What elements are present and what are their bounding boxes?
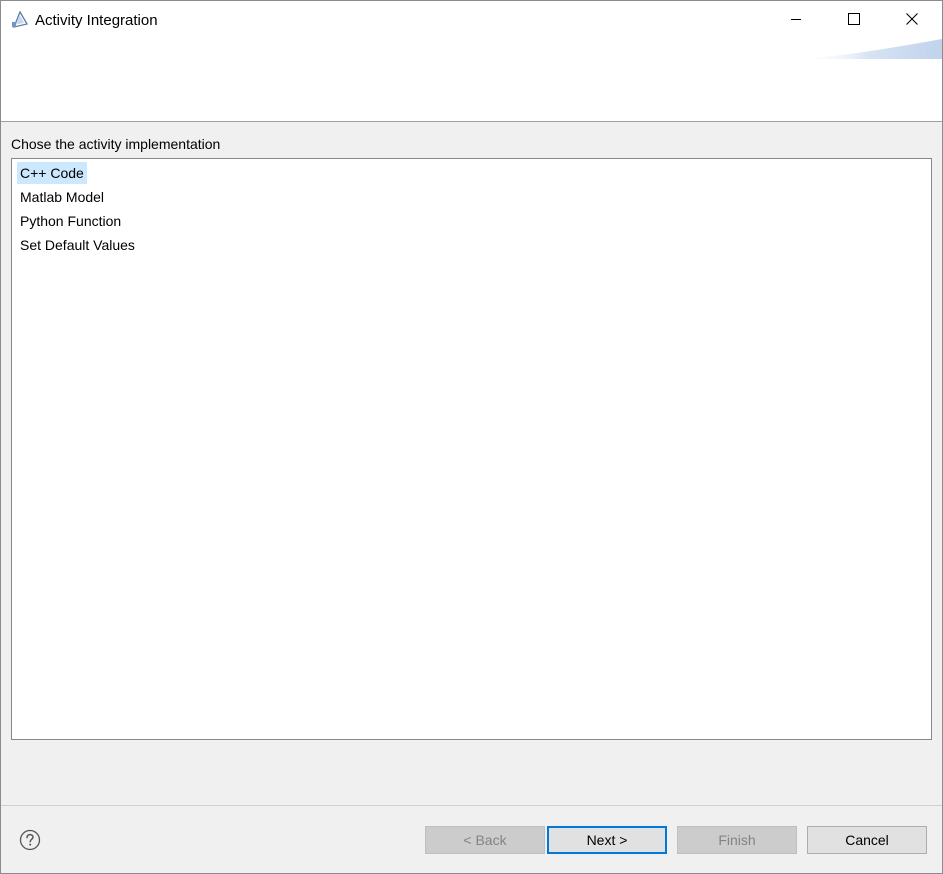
list-item-set-default-values[interactable]: Set Default Values [17, 234, 138, 256]
maximize-button[interactable] [825, 1, 883, 39]
list-item-python-function[interactable]: Python Function [17, 210, 124, 232]
wizard-app-icon [11, 10, 29, 29]
page-prompt: Chose the activity implementation [11, 136, 221, 152]
implementation-list[interactable]: C++ Code Matlab Model Python Function Se… [11, 158, 932, 740]
minimize-button[interactable] [767, 1, 825, 39]
help-button[interactable] [19, 829, 41, 851]
finish-button[interactable]: Finish [677, 826, 797, 854]
help-icon [19, 829, 41, 854]
wizard-dialog: Activity Integration Chose the activity … [0, 0, 943, 874]
window-title: Activity Integration [35, 12, 158, 29]
close-icon [906, 12, 918, 28]
next-button[interactable]: Next > [547, 826, 667, 854]
cancel-button[interactable]: Cancel [807, 826, 927, 854]
list-item-cpp-code[interactable]: C++ Code [17, 162, 87, 184]
title-bar[interactable]: Activity Integration [1, 1, 942, 41]
back-button[interactable]: < Back [425, 826, 545, 854]
maximize-icon [848, 12, 860, 28]
close-button[interactable] [883, 1, 941, 39]
button-bar-separator [1, 805, 942, 806]
wizard-header-banner [1, 39, 942, 122]
banner-decoration [797, 37, 942, 61]
minimize-icon [790, 12, 802, 28]
list-item-matlab-model[interactable]: Matlab Model [17, 186, 107, 208]
